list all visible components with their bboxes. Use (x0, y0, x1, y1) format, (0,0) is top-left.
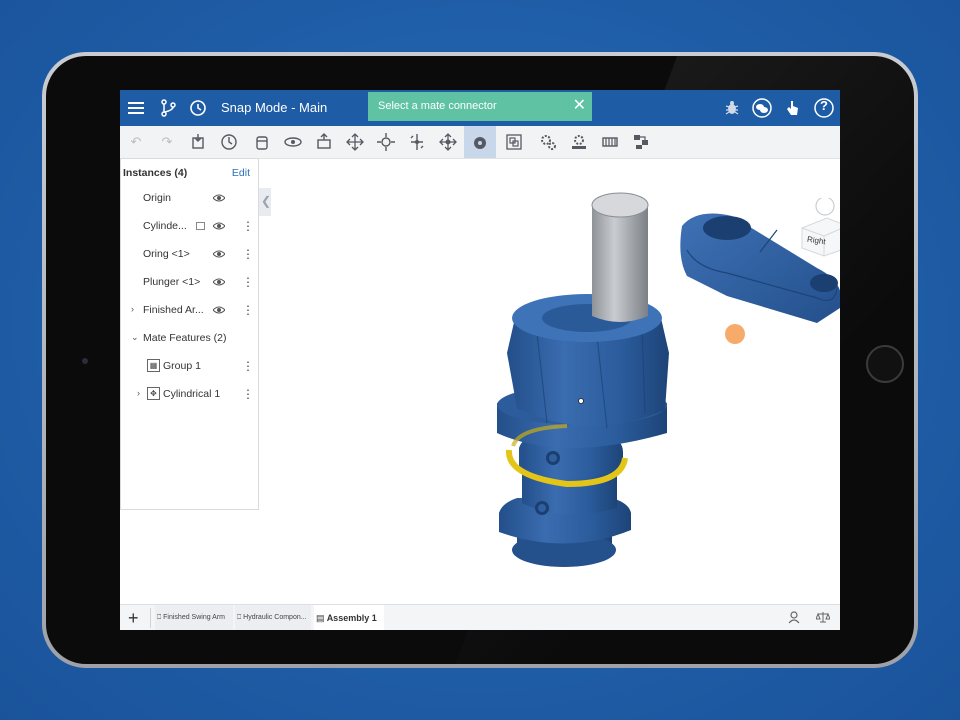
help-icon[interactable]: ? (814, 98, 834, 118)
app-screen: Snap Mode - Main Select a mate connector… (120, 90, 840, 630)
instance-label: Plunger <1> (143, 276, 201, 288)
tab-hydraulic-components[interactable]: ⎕ Hydraulic Compon... (235, 605, 311, 630)
history-icon[interactable] (188, 98, 208, 118)
home-button[interactable] (866, 345, 904, 383)
chevron-right-icon[interactable]: › (131, 304, 134, 314)
branch-icon[interactable] (158, 98, 178, 118)
bottom-tab-bar: + ⎕ Finished Swing Arm ⎕ Hydraulic Compo… (120, 604, 840, 630)
instance-row[interactable]: Origin (121, 189, 258, 209)
part-studio-icon: ⎕ (157, 614, 162, 621)
eye-icon[interactable] (213, 305, 225, 315)
cylindrical-mate-icon: ✥ (147, 387, 160, 400)
eye-icon[interactable] (213, 277, 225, 287)
plunger-part[interactable] (591, 192, 649, 322)
tab-finished-swing-arm[interactable]: ⎕ Finished Swing Arm (155, 605, 233, 630)
instance-label: Origin (143, 192, 172, 204)
scale-icon[interactable] (815, 610, 831, 629)
instance-label: Mate Features (2) (143, 332, 227, 344)
user-icon[interactable] (787, 610, 801, 629)
part-studio-icon: ⎕ (237, 614, 242, 621)
tab-separator (150, 608, 151, 628)
pin-slot-mate-icon[interactable] (407, 132, 427, 152)
top-bar: Snap Mode - Main Select a mate connector… (120, 90, 840, 126)
tab-label: Assembly 1 (326, 613, 377, 623)
toast-text: Select a mate connector (378, 100, 497, 112)
chat-icon[interactable] (752, 98, 772, 118)
toast-message: Select a mate connector ✕ (368, 92, 592, 121)
instance-row[interactable]: ▦ Group 1 ⋮ (121, 357, 258, 377)
more-options-icon[interactable]: ⋮ (242, 359, 254, 373)
eye-icon[interactable] (213, 221, 225, 231)
model-canvas[interactable] (257, 158, 840, 604)
tab-label: Finished Swing Arm (163, 614, 226, 621)
explode-icon[interactable] (631, 132, 651, 152)
gear-relation-icon[interactable] (538, 132, 558, 152)
mate-connector-point[interactable] (725, 324, 745, 344)
more-options-icon[interactable]: ⋮ (242, 303, 254, 317)
assembly-icon: ▤ (316, 613, 325, 623)
redo-icon[interactable]: ↷ (157, 132, 177, 152)
eye-icon[interactable] (213, 193, 225, 203)
group-icon[interactable] (504, 132, 524, 152)
view-cube[interactable]: Right (782, 196, 840, 258)
hand-pointer-icon[interactable] (783, 98, 803, 118)
instances-header: Instances (4) (123, 167, 188, 179)
instance-label: Finished Ar... (143, 304, 204, 316)
mate-connector-icon[interactable] (464, 126, 496, 158)
instance-label: Oring <1> (143, 248, 190, 260)
edit-link[interactable]: Edit (232, 167, 250, 179)
group-icon: ▦ (147, 359, 160, 372)
ball-mate-icon[interactable] (438, 132, 458, 152)
more-options-icon[interactable]: ⋮ (242, 387, 254, 401)
more-options-icon[interactable]: ⋮ (242, 275, 254, 289)
page-title: Snap Mode - Main (221, 100, 328, 115)
instance-row[interactable]: ⌄ Mate Features (2) (121, 329, 258, 349)
planar-mate-icon[interactable] (345, 132, 365, 152)
eye-icon[interactable] (213, 249, 225, 259)
cylindrical-mate-icon[interactable] (376, 132, 396, 152)
chevron-down-icon[interactable]: ⌄ (131, 332, 139, 343)
named-positions-icon[interactable] (219, 132, 239, 152)
instances-panel: Instances (4) Edit Origin Cylinde... ⋮ Orin… (120, 158, 259, 510)
more-options-icon[interactable]: ⋮ (242, 219, 254, 233)
chevron-right-icon[interactable]: › (137, 388, 140, 398)
screw-relation-icon[interactable] (600, 132, 620, 152)
instance-row[interactable]: › Finished Ar... ⋮ (121, 301, 258, 321)
revolute-mate-icon[interactable] (283, 132, 303, 152)
instance-row[interactable]: › ✥ Cylindrical 1 ⋮ (121, 385, 258, 405)
bug-icon[interactable] (722, 98, 742, 118)
3d-viewport[interactable]: Right (257, 158, 840, 604)
toolbar: ↶ ↷ (120, 126, 840, 159)
instance-row[interactable]: Plunger <1> ⋮ (121, 273, 258, 293)
instance-row[interactable]: Cylinde... ⋮ (121, 217, 258, 237)
instance-label: Cylinde... (143, 220, 187, 232)
cylinder-part[interactable] (497, 294, 669, 567)
instance-row[interactable]: Oring <1> ⋮ (121, 245, 258, 265)
help-label: ? (820, 98, 828, 113)
camera-icon (82, 358, 88, 364)
undo-icon[interactable]: ↶ (126, 132, 146, 152)
fixed-badge-icon (196, 222, 205, 230)
hamburger-menu-icon[interactable] (126, 98, 146, 118)
instance-label: Cylindrical 1 (163, 388, 221, 400)
insert-icon[interactable] (188, 132, 208, 152)
fastened-mate-icon[interactable] (252, 132, 272, 152)
instance-label: Group 1 (163, 360, 201, 372)
slider-mate-icon[interactable] (314, 132, 334, 152)
tab-assembly-1[interactable]: ▤ Assembly 1 (314, 605, 384, 630)
rack-relation-icon[interactable] (569, 132, 589, 152)
more-options-icon[interactable]: ⋮ (242, 247, 254, 261)
close-icon[interactable]: ✕ (573, 96, 586, 116)
add-tab-button[interactable]: + (128, 607, 139, 629)
tab-label: Hydraulic Compon... (243, 614, 307, 621)
